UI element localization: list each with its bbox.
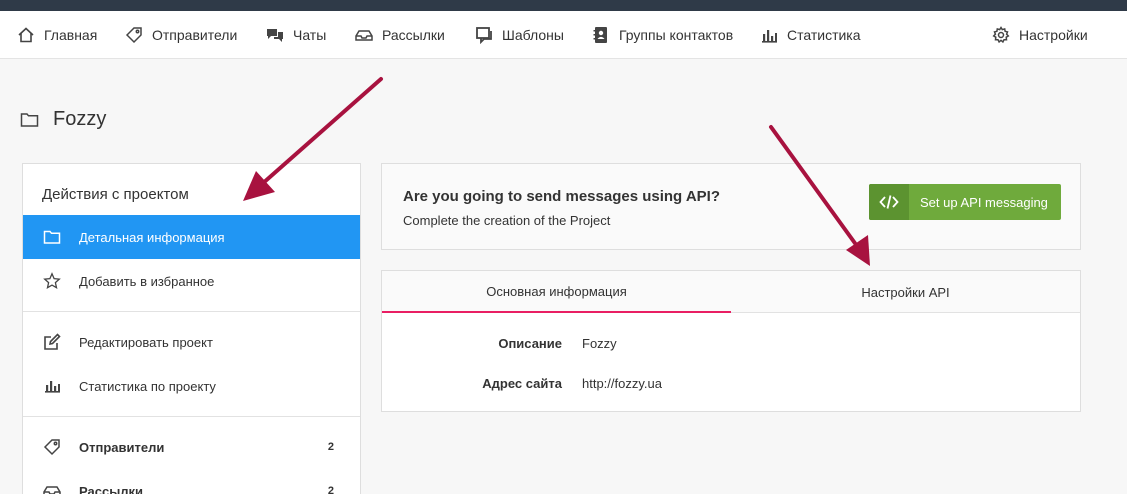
tab-label: Настройки API: [861, 284, 950, 300]
nav-mailings[interactable]: Рассылки: [355, 11, 445, 59]
nav-contact-groups-label: Группы контактов: [619, 27, 734, 43]
sidebar-item-label: Детальная информация: [79, 229, 225, 245]
nav-statistics[interactable]: Статистика: [760, 11, 861, 59]
api-prompt-panel: Are you going to send messages using API…: [381, 163, 1081, 250]
sidebar-item-mailings[interactable]: Рассылки 2: [23, 469, 360, 494]
tab-label: Основная информация: [486, 283, 627, 299]
sidebar-item-details[interactable]: Детальная информация: [23, 215, 360, 259]
page-title-text: Fozzy: [53, 107, 107, 130]
top-strip: [0, 0, 1127, 11]
stats-icon: [762, 30, 777, 43]
tab-api-settings[interactable]: Настройки API: [731, 271, 1080, 313]
nav-contact-groups[interactable]: Группы контактов: [592, 11, 733, 59]
website-value[interactable]: http://fozzy.ua: [582, 376, 662, 391]
sidebar-item-count: 2: [327, 485, 334, 494]
sidebar-item-label: Добавить в избранное: [79, 273, 215, 289]
api-prompt-subtitle: Complete the creation of the Project: [403, 213, 611, 228]
info-tabs: Основная информация Настройки API: [382, 271, 1080, 313]
nav-home[interactable]: Главная: [17, 11, 97, 59]
contacts-icon: [593, 27, 607, 43]
folder-icon: [43, 230, 61, 244]
sidebar-item-label: Рассылки: [79, 483, 144, 494]
sidebar-item-count: 2: [327, 441, 334, 453]
nav-statistics-label: Статистика: [787, 27, 861, 43]
gear-icon: [992, 26, 1010, 44]
nav-templates-label: Шаблоны: [502, 27, 564, 43]
nav-settings[interactable]: Настройки: [992, 11, 1088, 59]
template-icon: [476, 27, 492, 44]
chat-icon: [267, 29, 283, 42]
tag-icon: [125, 27, 142, 44]
sidebar-item-add-favorite[interactable]: Добавить в избранное: [23, 259, 360, 303]
sidebar-divider: [23, 311, 360, 312]
nav-senders[interactable]: Отправители: [125, 11, 237, 59]
project-actions-panel: Действия с проектом Детальная информация…: [22, 163, 361, 494]
star-icon: [43, 272, 61, 289]
nav-chats[interactable]: Чаты: [266, 11, 326, 59]
sidebar-divider: [23, 416, 360, 417]
nav-settings-label: Настройки: [1019, 27, 1088, 43]
top-navigation: Главная Отправители Чаты Рассылки Шаблон…: [0, 11, 1127, 59]
sidebar-item-label: Редактировать проект: [79, 334, 213, 350]
sidebar-item-project-stats[interactable]: Статистика по проекту: [23, 364, 360, 408]
page-title: Fozzy: [20, 106, 106, 132]
nav-home-label: Главная: [44, 27, 98, 43]
nav-templates[interactable]: Шаблоны: [475, 11, 564, 59]
edit-icon: [44, 333, 61, 350]
sidebar-item-label: Отправители: [79, 439, 165, 455]
description-label: Описание: [498, 336, 562, 351]
description-value: Fozzy: [582, 336, 617, 351]
project-info-panel: Основная информация Настройки API Описан…: [381, 270, 1081, 412]
code-icon: [869, 184, 909, 220]
setup-api-button[interactable]: Set up API messaging: [869, 184, 1061, 220]
project-actions-heading: Действия с проектом: [42, 186, 189, 203]
nav-chats-label: Чаты: [293, 27, 327, 43]
inbox-icon: [355, 30, 373, 41]
stats-icon: [45, 381, 60, 393]
sidebar-item-senders[interactable]: Отправители 2: [23, 425, 360, 469]
website-label: Адрес сайта: [482, 376, 562, 391]
home-icon: [18, 27, 34, 43]
sidebar-item-edit-project[interactable]: Редактировать проект: [23, 320, 360, 364]
tag-icon: [43, 439, 60, 456]
nav-mailings-label: Рассылки: [382, 27, 445, 43]
tab-basic-info[interactable]: Основная информация: [382, 271, 731, 313]
api-prompt-question: Are you going to send messages using API…: [403, 188, 720, 205]
inbox-icon: [43, 486, 61, 494]
folder-icon: [20, 112, 39, 127]
setup-api-button-label: Set up API messaging: [920, 194, 1048, 210]
sidebar-item-label: Статистика по проекту: [79, 378, 216, 394]
nav-senders-label: Отправители: [152, 27, 238, 43]
